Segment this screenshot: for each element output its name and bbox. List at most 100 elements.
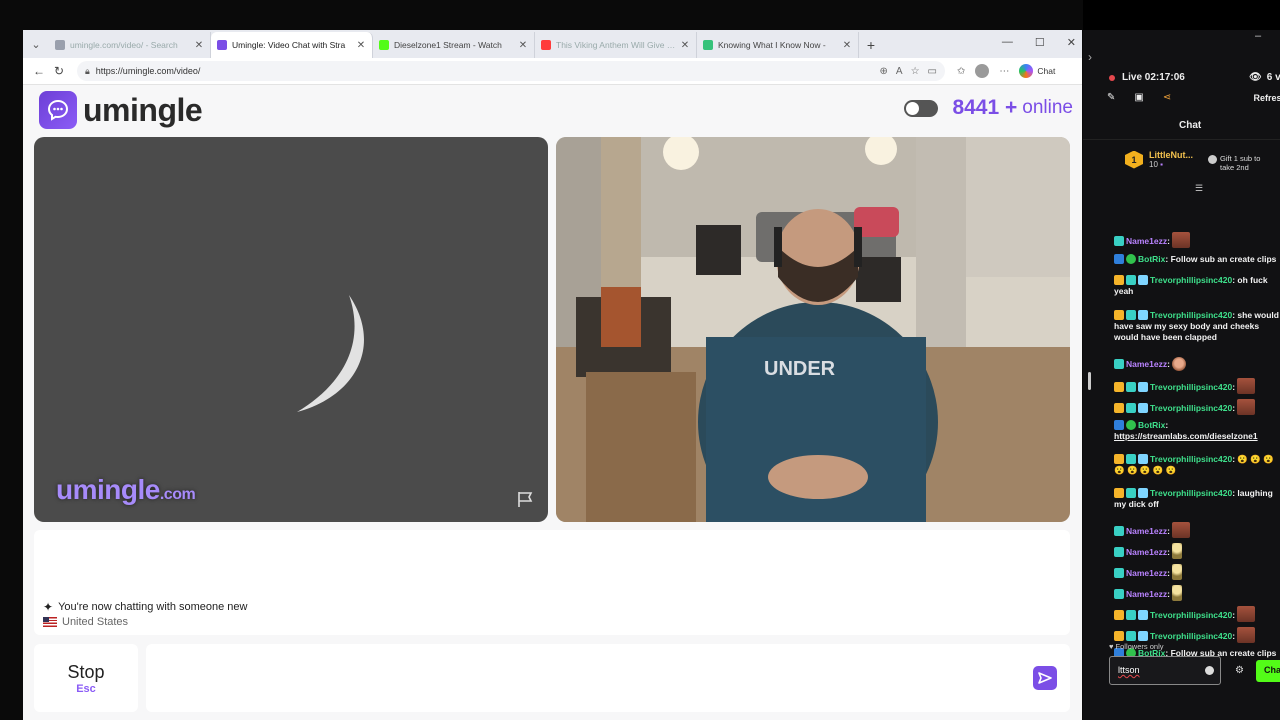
sub-badge-icon: [1114, 236, 1124, 246]
stop-button[interactable]: Stop Esc: [34, 644, 138, 712]
browser-window: ⌄ umingle.com/video/ - Search ✕ Umingle: V…: [23, 30, 1082, 720]
chat-message: Trevorphillipsinc420:: [1114, 627, 1280, 643]
chat-settings-gear-icon[interactable]: ⚙: [1235, 665, 1244, 676]
chat-username[interactable]: Name1ezz: [1126, 359, 1167, 369]
online-label: online: [1022, 97, 1073, 118]
lock-icon: 🔒︎: [85, 65, 90, 76]
chat-username[interactable]: BotRix: [1138, 420, 1165, 430]
browser-tab[interactable]: Dieselzone1 Stream - Watch ✕: [373, 32, 535, 58]
clip-icon[interactable]: ▣: [1134, 92, 1143, 103]
chat-username[interactable]: Trevorphillipsinc420: [1150, 488, 1232, 498]
panel-resize-handle[interactable]: [1088, 372, 1091, 390]
tab-close-icon[interactable]: ✕: [194, 40, 204, 51]
chat-message: Trevorphillipsinc420:: [1114, 606, 1280, 622]
chat-link[interactable]: https://streamlabs.com/dieselzone1: [1114, 431, 1258, 441]
profile-avatar[interactable]: [975, 64, 990, 78]
chat-username[interactable]: Trevorphillipsinc420: [1150, 382, 1232, 392]
message-input[interactable]: [146, 644, 1070, 712]
chat-username[interactable]: Trevorphillipsinc420: [1150, 403, 1232, 413]
address-bar: ← ↻ 🔒︎ https://umingle.com/video/ ⊕ A ☆ …: [23, 58, 1082, 85]
chat-username[interactable]: BotRix: [1138, 254, 1165, 264]
chat-username[interactable]: Trevorphillipsinc420: [1150, 310, 1232, 320]
site-logo[interactable]: umingle: [39, 91, 203, 129]
chat-username[interactable]: Name1ezz: [1126, 568, 1167, 578]
browser-tab[interactable]: This Viking Anthem Will Give You ✕: [535, 32, 697, 58]
edit-icon[interactable]: ✎: [1107, 92, 1115, 103]
user-badges: [1114, 631, 1148, 641]
system-message: ✦ You're now chatting with someone new: [43, 600, 248, 614]
copilot-button[interactable]: Chat: [1019, 64, 1055, 78]
sub2-badge-icon: [1138, 488, 1148, 498]
chat-message: Trevorphillipsinc420:: [1114, 399, 1280, 415]
back-icon[interactable]: ←: [29, 64, 49, 78]
theme-toggle[interactable]: [904, 99, 939, 117]
eye-icon: 👁︎: [1249, 72, 1262, 83]
chat-message: Name1ezz:: [1114, 232, 1280, 248]
crown-badge-icon: [1114, 631, 1124, 641]
chat-username[interactable]: Trevorphillipsinc420: [1150, 610, 1232, 620]
chat-message: Trevorphillipsinc420: oh fuck yeah: [1114, 275, 1268, 296]
close-window-icon[interactable]: ✕: [1067, 36, 1076, 49]
sub-badge-icon: [1114, 568, 1124, 578]
tab-close-icon[interactable]: ✕: [680, 40, 690, 51]
browser-tab[interactable]: Knowing What I Know Now - ✕: [697, 32, 859, 58]
tab-close-icon[interactable]: ✕: [518, 40, 528, 51]
panel-minimize-icon[interactable]: –: [1255, 30, 1261, 42]
zoom-icon[interactable]: ⊕: [880, 66, 888, 77]
mod-badge-icon: [1114, 254, 1124, 264]
pinned-collapse-icon[interactable]: ☰: [1195, 183, 1203, 194]
chat-username[interactable]: Trevorphillipsinc420: [1150, 631, 1232, 641]
send-chat-button[interactable]: Cha: [1256, 660, 1280, 682]
url-field[interactable]: 🔒︎ https://umingle.com/video/ ⊕ A ☆ ▭: [77, 61, 945, 81]
tab-close-icon[interactable]: ✕: [842, 40, 852, 51]
chat-username[interactable]: Name1ezz: [1126, 589, 1167, 599]
more-menu-icon[interactable]: ⋯: [999, 66, 1009, 77]
user-badges: [1114, 310, 1148, 320]
tab-title: Dieselzone1 Stream - Watch: [394, 40, 502, 50]
refresh-icon[interactable]: ↻: [49, 64, 69, 78]
chat-message: Trevorphillipsinc420: laughing my dick o…: [1114, 488, 1273, 509]
maximize-icon[interactable]: ☐: [1035, 36, 1045, 49]
browser-tab[interactable]: umingle.com/video/ - Search ✕: [49, 32, 211, 58]
chat-bubble-icon: [39, 91, 77, 129]
top-gifter[interactable]: 1 LittleNut... 10 ▪: [1125, 150, 1193, 169]
chat-message: Name1ezz:: [1114, 564, 1280, 580]
chat-username[interactable]: Trevorphillipsinc420: [1150, 275, 1232, 285]
sub-badge-icon: [1126, 631, 1136, 641]
chat-username[interactable]: Trevorphillipsinc420: [1150, 454, 1232, 464]
chat-message: BotRix: Follow sub an create clips: [1114, 254, 1280, 265]
chat-username[interactable]: Name1ezz: [1126, 526, 1167, 536]
emote-icon: [1172, 522, 1191, 538]
favorite-star-icon[interactable]: ☆: [911, 66, 920, 77]
chat-username[interactable]: Name1ezz: [1126, 547, 1167, 557]
collapse-chevron-icon[interactable]: ›: [1088, 50, 1092, 64]
gift-prompt[interactable]: Gift 1 sub to take 2nd: [1208, 154, 1260, 172]
tab-title: Knowing What I Know Now -: [718, 40, 826, 50]
send-button[interactable]: [1033, 666, 1057, 690]
new-tab-button[interactable]: +: [859, 32, 883, 58]
emoji-icon[interactable]: [1205, 666, 1214, 675]
sub2-badge-icon: [1138, 610, 1148, 620]
followers-only-notice: ♥ Followers only: [1109, 642, 1164, 651]
user-badges: [1114, 454, 1148, 464]
youtube-icon: [541, 40, 551, 50]
search-icon: [55, 40, 65, 50]
browser-tab[interactable]: Umingle: Video Chat with Stra ✕: [211, 32, 373, 58]
media-icon[interactable]: ▭: [928, 66, 937, 77]
umingle-icon: [217, 40, 227, 50]
emote-icon: [1172, 543, 1183, 559]
minimize-icon[interactable]: —: [1002, 36, 1013, 49]
tab-close-icon[interactable]: ✕: [356, 40, 366, 51]
report-flag-icon[interactable]: [516, 490, 536, 508]
refresh-button[interactable]: Refresh: [1253, 93, 1280, 103]
favorites-icon[interactable]: ✩: [957, 66, 965, 77]
sub-badge-icon: [1126, 310, 1136, 320]
sub-badge-icon: [1126, 403, 1136, 413]
share-icon[interactable]: ⋖: [1163, 92, 1171, 103]
user-badges: [1114, 589, 1124, 599]
read-aloud-icon[interactable]: A: [896, 66, 903, 77]
chat-message-input[interactable]: lttson: [1109, 656, 1221, 685]
user-badges: [1114, 420, 1136, 430]
tab-actions-menu[interactable]: ⌄: [23, 30, 49, 58]
chat-username[interactable]: Name1ezz: [1126, 236, 1167, 246]
